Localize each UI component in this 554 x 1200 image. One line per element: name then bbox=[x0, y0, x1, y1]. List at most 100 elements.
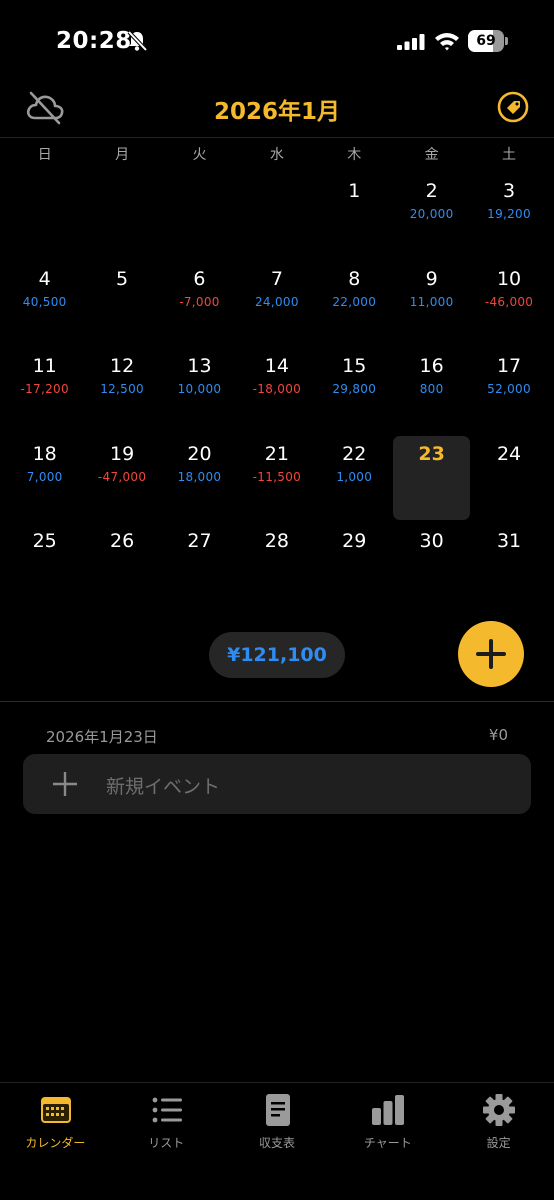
bell-slash-icon bbox=[127, 30, 148, 52]
calendar-day[interactable]: 24 bbox=[470, 435, 547, 523]
weekday-mon: 月 bbox=[115, 147, 130, 163]
day-amount: 18,000 bbox=[177, 469, 222, 484]
day-amount: 20,000 bbox=[409, 207, 454, 221]
calendar-icon bbox=[41, 1097, 71, 1123]
calendar-day-today[interactable]: 23 bbox=[392, 435, 470, 523]
day-number: 19 bbox=[109, 442, 135, 465]
calendar-day[interactable]: 28 bbox=[238, 522, 315, 610]
calendar-week: 18 7,000 19 -47,000 20 18,000 21 -11,500 22 1,000… bbox=[6, 435, 548, 523]
day-number: 25 bbox=[32, 530, 57, 552]
month-title[interactable]: 2026年1月 bbox=[0, 92, 554, 126]
weekday-tue: 火 bbox=[192, 147, 207, 163]
tab-label: チャート bbox=[363, 1136, 412, 1150]
plus-icon bbox=[476, 639, 506, 669]
weekday-thu: 木 bbox=[347, 147, 362, 163]
tab-chart[interactable]: チャート bbox=[332, 1083, 443, 1200]
calendar-day[interactable]: 4 40,500 bbox=[6, 260, 83, 348]
calendar-day[interactable]: 21 -11,500 bbox=[238, 435, 315, 523]
day-number: 31 bbox=[496, 530, 522, 552]
calendar-day[interactable]: 26 bbox=[83, 522, 160, 610]
day-number: 8 bbox=[348, 267, 361, 290]
calendar-day[interactable]: 15 29,800 bbox=[316, 347, 393, 435]
day-number: 9 bbox=[425, 267, 438, 290]
calendar-day[interactable]: 11 -17,200 bbox=[6, 347, 83, 435]
day-amount: 800 bbox=[419, 382, 444, 396]
calendar-day[interactable]: 14 -18,000 bbox=[238, 347, 315, 435]
calendar-day[interactable]: 18 7,000 bbox=[6, 435, 83, 523]
add-button[interactable] bbox=[458, 621, 524, 687]
weekday-sun: 日 bbox=[37, 147, 52, 163]
weekday-header: 日 月 火 水 木 金 土 bbox=[6, 144, 548, 168]
calendar-day[interactable]: 3 19,200 bbox=[470, 172, 547, 260]
day-amount: -46,000 bbox=[484, 294, 534, 309]
calendar-empty-cell bbox=[83, 172, 160, 260]
day-number: 17 bbox=[496, 355, 522, 377]
status-bar: 20:28 69 bbox=[0, 0, 554, 80]
tab-bar: カレンダー リスト 収支表 チャート 設定 bbox=[0, 1082, 554, 1200]
status-time: 20:28 bbox=[56, 28, 132, 54]
day-amount: 11,000 bbox=[409, 294, 454, 309]
day-number: 11 bbox=[32, 355, 57, 377]
day-amount: 1,000 bbox=[336, 469, 373, 484]
day-number: 10 bbox=[496, 267, 522, 290]
divider bbox=[0, 701, 554, 702]
tab-report[interactable]: 収支表 bbox=[222, 1083, 333, 1200]
calendar-day[interactable]: 29 bbox=[316, 522, 393, 610]
tab-label: カレンダー bbox=[25, 1136, 86, 1150]
day-amount: 7,000 bbox=[26, 469, 63, 484]
calendar-day[interactable]: 10 -46,000 bbox=[470, 260, 547, 348]
cellular-signal-icon bbox=[397, 34, 425, 50]
calendar-week: 4 40,500 5 6 -7,000 7 24,000 8 22,000 9 11,000 10 -4… bbox=[6, 260, 548, 348]
day-number: 1 bbox=[348, 180, 361, 202]
tab-list[interactable]: リスト bbox=[111, 1083, 222, 1200]
day-number: 14 bbox=[264, 355, 289, 377]
calendar-day[interactable]: 6 -7,000 bbox=[161, 260, 238, 348]
calendar-day[interactable]: 2 20,000 bbox=[393, 172, 470, 260]
calendar-day[interactable]: 31 bbox=[470, 522, 547, 610]
day-number: 20 bbox=[187, 442, 212, 465]
calendar-day[interactable]: 30 bbox=[393, 522, 470, 610]
calendar-week: 1 2 20,000 3 19,200 bbox=[6, 172, 548, 260]
tab-label: 設定 bbox=[486, 1136, 511, 1150]
calendar-week: 11 -17,200 12 12,500 13 10,000 14 -18,000 15 29,8… bbox=[6, 347, 548, 435]
battery-indicator: 69 bbox=[468, 30, 508, 52]
calendar-day[interactable]: 16 800 bbox=[393, 347, 470, 435]
calendar-day[interactable]: 17 52,000 bbox=[470, 347, 547, 435]
calendar-day[interactable]: 25 bbox=[6, 522, 83, 610]
calendar-day[interactable]: 1 bbox=[316, 172, 393, 260]
tag-icon[interactable] bbox=[497, 91, 529, 123]
wifi-icon bbox=[435, 33, 459, 51]
calendar-day[interactable]: 5 bbox=[83, 260, 160, 348]
calendar-day[interactable]: 7 24,000 bbox=[238, 260, 315, 348]
calendar-day[interactable]: 12 12,500 bbox=[83, 347, 160, 435]
day-number: 18 bbox=[32, 442, 57, 465]
plus-icon bbox=[53, 772, 77, 796]
weekday-wed: 水 bbox=[269, 147, 284, 163]
calendar-day[interactable]: 19 -47,000 bbox=[83, 435, 160, 523]
day-amount: 40,500 bbox=[22, 294, 67, 309]
tab-calendar[interactable]: カレンダー bbox=[0, 1083, 111, 1200]
day-amount: -11,500 bbox=[252, 469, 302, 484]
calendar-day[interactable]: 27 bbox=[161, 522, 238, 610]
day-amount: 19,200 bbox=[487, 207, 531, 221]
day-number: 27 bbox=[187, 530, 212, 552]
month-total[interactable]: ¥121,100 bbox=[209, 632, 345, 678]
calendar-week: 25 26 27 28 29 30 31 bbox=[6, 522, 548, 610]
day-number: 23 bbox=[418, 442, 445, 465]
calendar-day[interactable]: 20 18,000 bbox=[161, 435, 238, 523]
header: 2026年1月 bbox=[0, 80, 554, 138]
calendar-grid: 1 2 20,000 3 19,200 4 40,500 5 6 -7,000 7 24,000 8 22… bbox=[6, 172, 548, 610]
new-event-button[interactable]: 新規イベント bbox=[23, 754, 531, 814]
calendar-day[interactable]: 22 1,000 bbox=[316, 435, 393, 523]
tab-label: 収支表 bbox=[258, 1136, 295, 1150]
new-event-label: 新規イベント bbox=[106, 776, 221, 798]
calendar-empty-cell bbox=[238, 172, 315, 260]
battery-level: 69 bbox=[476, 33, 496, 49]
day-number: 26 bbox=[109, 530, 135, 552]
tab-settings[interactable]: 設定 bbox=[443, 1083, 554, 1200]
calendar-day[interactable]: 8 22,000 bbox=[316, 260, 393, 348]
day-amount: -17,200 bbox=[20, 382, 69, 396]
day-number: 12 bbox=[109, 355, 135, 377]
calendar-day[interactable]: 9 11,000 bbox=[393, 260, 470, 348]
calendar-day[interactable]: 13 10,000 bbox=[161, 347, 238, 435]
